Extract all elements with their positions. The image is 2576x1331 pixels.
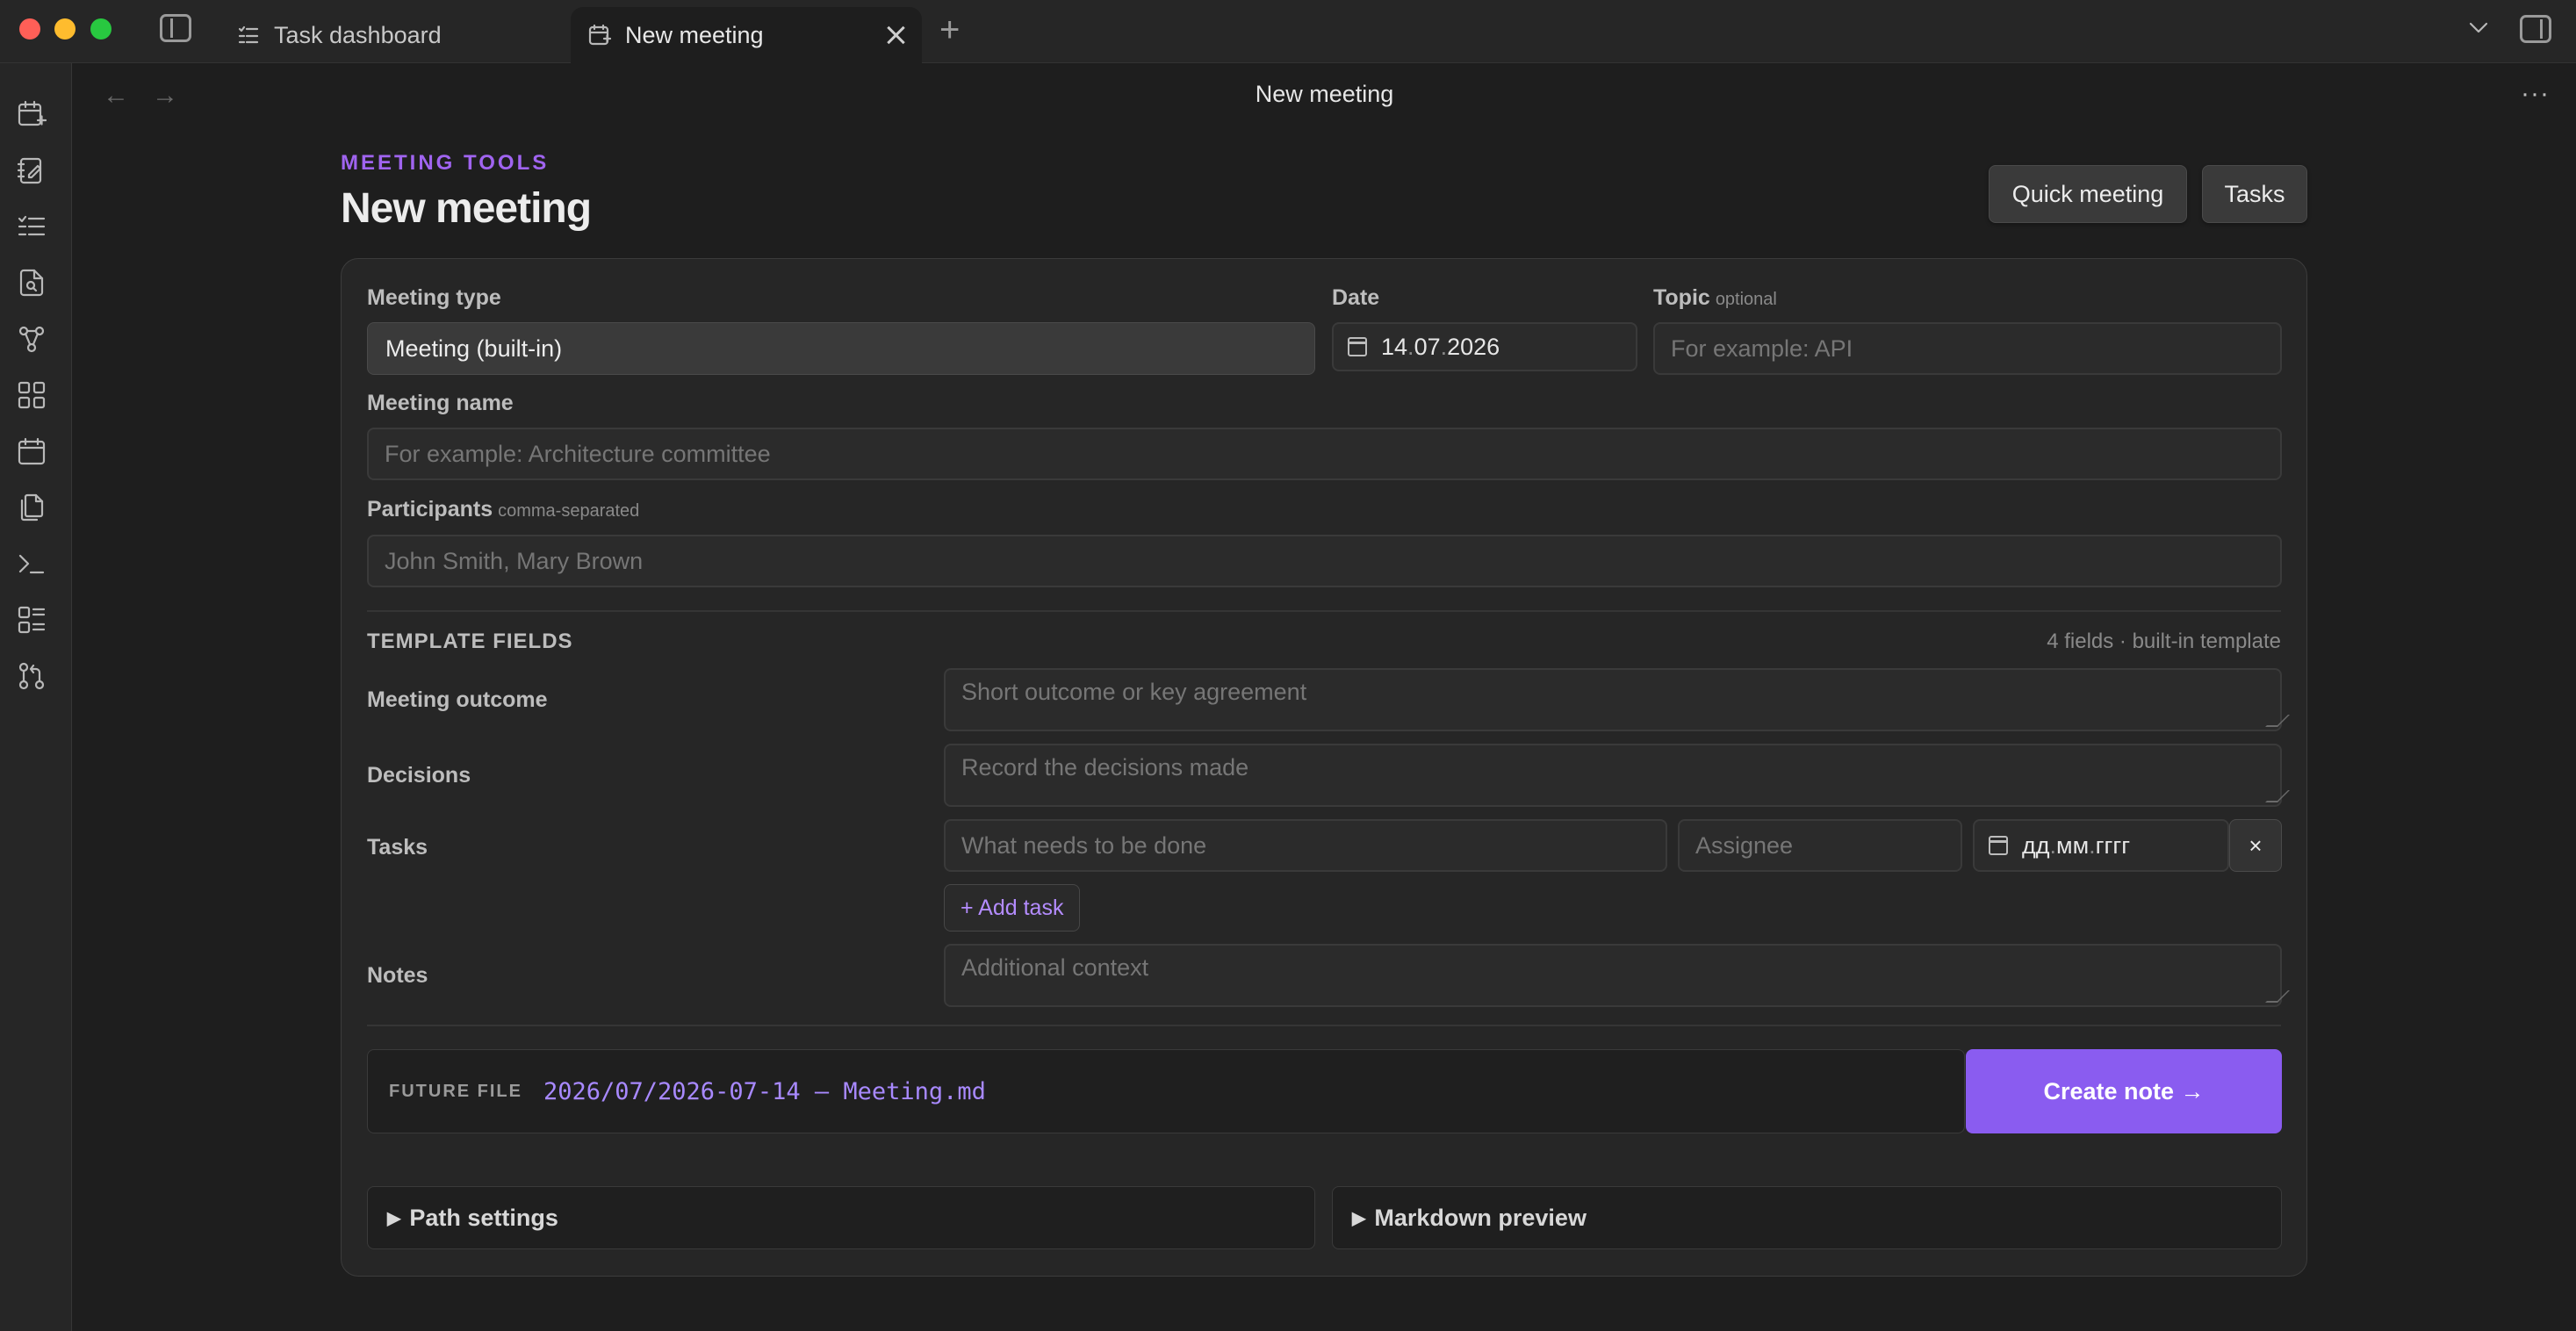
participants-input[interactable]: John Smith, Mary Brown: [367, 535, 2282, 587]
more-options-icon[interactable]: ···: [2521, 79, 2550, 109]
close-window-button[interactable]: [19, 18, 40, 40]
path-settings-toggle[interactable]: ▶ Path settings: [367, 1186, 1315, 1249]
date-day-placeholder: дд: [2022, 831, 2050, 859]
right-sidebar-toggle-icon[interactable]: [2520, 15, 2551, 43]
close-tab-icon[interactable]: [883, 23, 908, 47]
date-year-placeholder: гггг: [2095, 831, 2131, 859]
meeting-type-select[interactable]: Meeting (built-in): [367, 322, 1315, 375]
divider: [367, 1025, 2281, 1026]
tab-new-meeting[interactable]: New meeting: [571, 7, 922, 63]
view-title: New meeting: [1255, 81, 1394, 107]
topic-input[interactable]: For example: API: [1653, 322, 2282, 375]
notebook-pen-icon[interactable]: [16, 155, 47, 186]
calendar-icon: [1348, 337, 1367, 356]
date-label: Date: [1332, 285, 1380, 310]
markdown-preview-label: Markdown preview: [1374, 1204, 1587, 1231]
tab-label: Task dashboard: [274, 21, 442, 48]
outcome-label: Meeting outcome: [367, 687, 548, 712]
notes-textarea[interactable]: Additional context: [944, 944, 2282, 1007]
chevron-down-icon[interactable]: [2465, 14, 2492, 40]
future-file-path: 2026/07/2026-07-14 — Meeting.md: [543, 1077, 986, 1105]
meeting-date-input[interactable]: 14. 07. 2026: [1332, 322, 1637, 371]
outcome-textarea[interactable]: Short outcome or key agreement: [944, 668, 2282, 731]
calendar-plus-icon[interactable]: [16, 98, 47, 130]
left-ribbon: [0, 63, 72, 1331]
minimize-window-button[interactable]: [54, 18, 76, 40]
notes-label: Notes: [367, 963, 428, 988]
divider: [367, 610, 2281, 612]
meeting-type-label: Meeting type: [367, 285, 501, 310]
caret-right-icon: ▶: [1352, 1208, 1366, 1228]
tab-label: New meeting: [625, 21, 764, 48]
date-month: 07: [1414, 333, 1441, 360]
date-day: 14: [1381, 333, 1408, 360]
future-file-preview: FUTURE FILE 2026/07/2026-07-14 — Meeting…: [367, 1049, 1965, 1133]
task-due-date-input[interactable]: дд. мм. гггг: [1973, 819, 2229, 872]
dashboard-grid-icon[interactable]: [16, 379, 47, 411]
topic-label: Topic optional: [1653, 285, 1777, 310]
calendar-plus-icon: [588, 24, 612, 47]
terminal-icon[interactable]: [16, 548, 47, 579]
future-file-label: FUTURE FILE: [389, 1081, 522, 1101]
task-assignee-input[interactable]: Assignee: [1678, 819, 1962, 872]
git-pull-request-icon[interactable]: [16, 660, 47, 692]
quick-meeting-button[interactable]: Quick meeting: [1989, 165, 2187, 223]
calendar-icon: [1989, 836, 2008, 855]
section-kicker: MEETING TOOLS: [341, 151, 550, 175]
form-card: Meeting type Meeting (built-in) Date 14.…: [341, 258, 2307, 1277]
participants-label: Participants comma-separated: [367, 497, 640, 522]
meeting-name-label: Meeting name: [367, 391, 514, 415]
markdown-preview-toggle[interactable]: ▶ Markdown preview: [1332, 1186, 2282, 1249]
caret-right-icon: ▶: [387, 1208, 401, 1228]
participants-hint: comma-separated: [498, 501, 640, 521]
tasks-button[interactable]: Tasks: [2202, 165, 2307, 223]
copy-files-icon[interactable]: [16, 492, 47, 523]
maximize-window-button[interactable]: [90, 18, 112, 40]
file-search-icon[interactable]: [16, 267, 47, 299]
view-header: ← → New meeting ···: [73, 63, 2576, 126]
layout-list-icon[interactable]: [16, 604, 47, 636]
topic-hint: optional: [1715, 290, 1777, 309]
calendar-icon[interactable]: [16, 435, 47, 467]
add-task-button[interactable]: + Add task: [944, 884, 1081, 932]
remove-task-button[interactable]: ×: [2229, 819, 2282, 872]
decisions-textarea[interactable]: Record the decisions made: [944, 744, 2282, 807]
date-month-placeholder: мм: [2056, 831, 2090, 859]
path-settings-label: Path settings: [409, 1204, 558, 1231]
template-fields-heading: TEMPLATE FIELDS: [367, 630, 573, 653]
decisions-label: Decisions: [367, 763, 471, 788]
tasks-label: Tasks: [367, 835, 428, 860]
task-description-input[interactable]: What needs to be done: [944, 819, 1667, 872]
checklist-icon[interactable]: [16, 211, 47, 242]
template-fields-meta: 4 fields · built-in template: [2047, 630, 2281, 653]
new-tab-icon[interactable]: +: [939, 12, 960, 47]
title-bar: Task dashboard New meeting +: [0, 0, 2576, 63]
sidebar-toggle-icon[interactable]: [160, 14, 191, 42]
page-title: New meeting: [341, 185, 592, 232]
task-list-icon: [237, 24, 260, 47]
date-year: 2026: [1447, 333, 1500, 360]
graph-icon[interactable]: [16, 323, 47, 355]
create-note-button[interactable]: Create note →: [1966, 1049, 2282, 1133]
meeting-name-input[interactable]: For example: Architecture committee: [367, 428, 2282, 480]
tab-task-dashboard[interactable]: Task dashboard: [219, 7, 571, 63]
